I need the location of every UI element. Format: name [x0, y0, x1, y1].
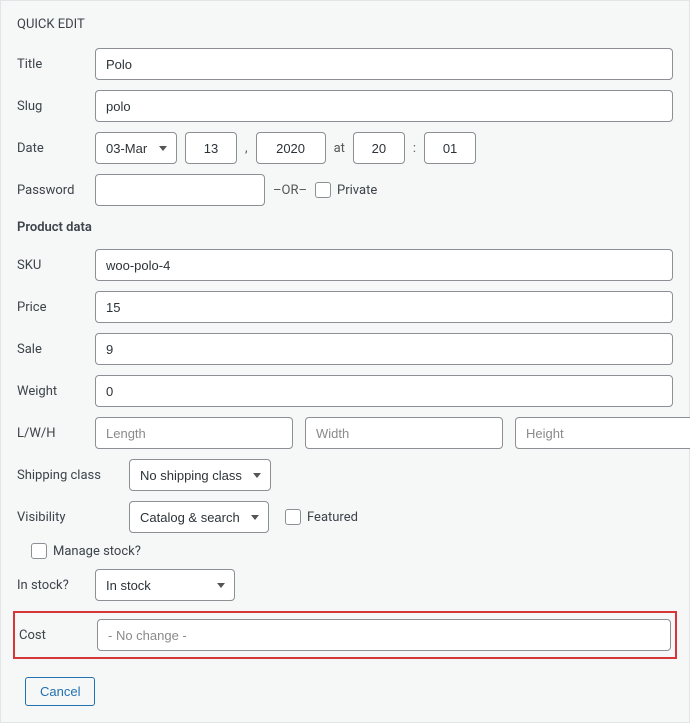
instock-row: In stock? In stock	[17, 569, 673, 601]
cost-input[interactable]	[97, 619, 671, 651]
cancel-button[interactable]: Cancel	[25, 677, 95, 706]
visibility-select[interactable]: Catalog & search	[129, 501, 269, 533]
weight-input[interactable]	[95, 375, 673, 407]
hour-input[interactable]	[353, 132, 405, 164]
private-checkbox[interactable]	[315, 182, 331, 198]
password-input[interactable]	[95, 174, 265, 206]
width-input[interactable]	[305, 417, 503, 449]
featured-checkbox[interactable]	[285, 509, 301, 525]
visibility-row: Visibility Catalog & search Featured	[17, 501, 673, 533]
instock-label: In stock?	[17, 578, 95, 593]
sale-label: Sale	[17, 342, 95, 357]
price-input[interactable]	[95, 291, 673, 323]
manage-stock-label: Manage stock?	[53, 544, 141, 559]
weight-row: Weight	[17, 375, 673, 407]
price-row: Price	[17, 291, 673, 323]
sale-row: Sale	[17, 333, 673, 365]
at-sep: at	[334, 141, 345, 156]
month-select[interactable]: 03-Mar	[95, 132, 177, 164]
password-row: Password –OR– Private	[17, 174, 673, 206]
manage-stock-row: Manage stock?	[31, 543, 673, 559]
private-label: Private	[337, 183, 377, 198]
sku-input[interactable]	[95, 249, 673, 281]
visibility-label: Visibility	[17, 510, 129, 525]
slug-row: Slug	[17, 90, 673, 122]
slug-input[interactable]	[95, 90, 673, 122]
panel-title: QUICK EDIT	[17, 17, 673, 32]
year-input[interactable]	[256, 132, 326, 164]
date-group: 03-Mar , at :	[95, 132, 476, 164]
minute-input[interactable]	[424, 132, 476, 164]
day-input[interactable]	[185, 132, 237, 164]
comma-sep: ,	[245, 141, 248, 156]
title-label: Title	[17, 57, 95, 72]
lwh-label: L/W/H	[17, 426, 95, 441]
colon-sep: :	[413, 141, 416, 156]
shipping-class-select[interactable]: No shipping class	[129, 459, 271, 491]
cost-row-highlight: Cost	[13, 611, 677, 659]
length-input[interactable]	[95, 417, 293, 449]
price-label: Price	[17, 300, 95, 315]
sale-input[interactable]	[95, 333, 673, 365]
password-label: Password	[17, 183, 95, 198]
sku-row: SKU	[17, 249, 673, 281]
instock-select[interactable]: In stock	[95, 569, 235, 601]
manage-stock-checkbox[interactable]	[31, 543, 47, 559]
height-input[interactable]	[515, 417, 690, 449]
lwh-row: L/W/H	[17, 417, 673, 449]
slug-label: Slug	[17, 99, 95, 114]
shipping-class-label: Shipping class	[17, 468, 129, 483]
title-row: Title	[17, 48, 673, 80]
product-data-heading: Product data	[17, 220, 673, 235]
or-text: –OR–	[273, 183, 307, 198]
featured-label: Featured	[307, 510, 358, 525]
date-label: Date	[17, 141, 95, 156]
dims-group	[95, 417, 690, 449]
cost-label: Cost	[19, 628, 97, 643]
sku-label: SKU	[17, 258, 95, 273]
shipping-class-row: Shipping class No shipping class	[17, 459, 673, 491]
title-input[interactable]	[95, 48, 673, 80]
weight-label: Weight	[17, 384, 95, 399]
quick-edit-panel: QUICK EDIT Title Slug Date 03-Mar , at :…	[0, 0, 690, 723]
date-row: Date 03-Mar , at :	[17, 132, 673, 164]
